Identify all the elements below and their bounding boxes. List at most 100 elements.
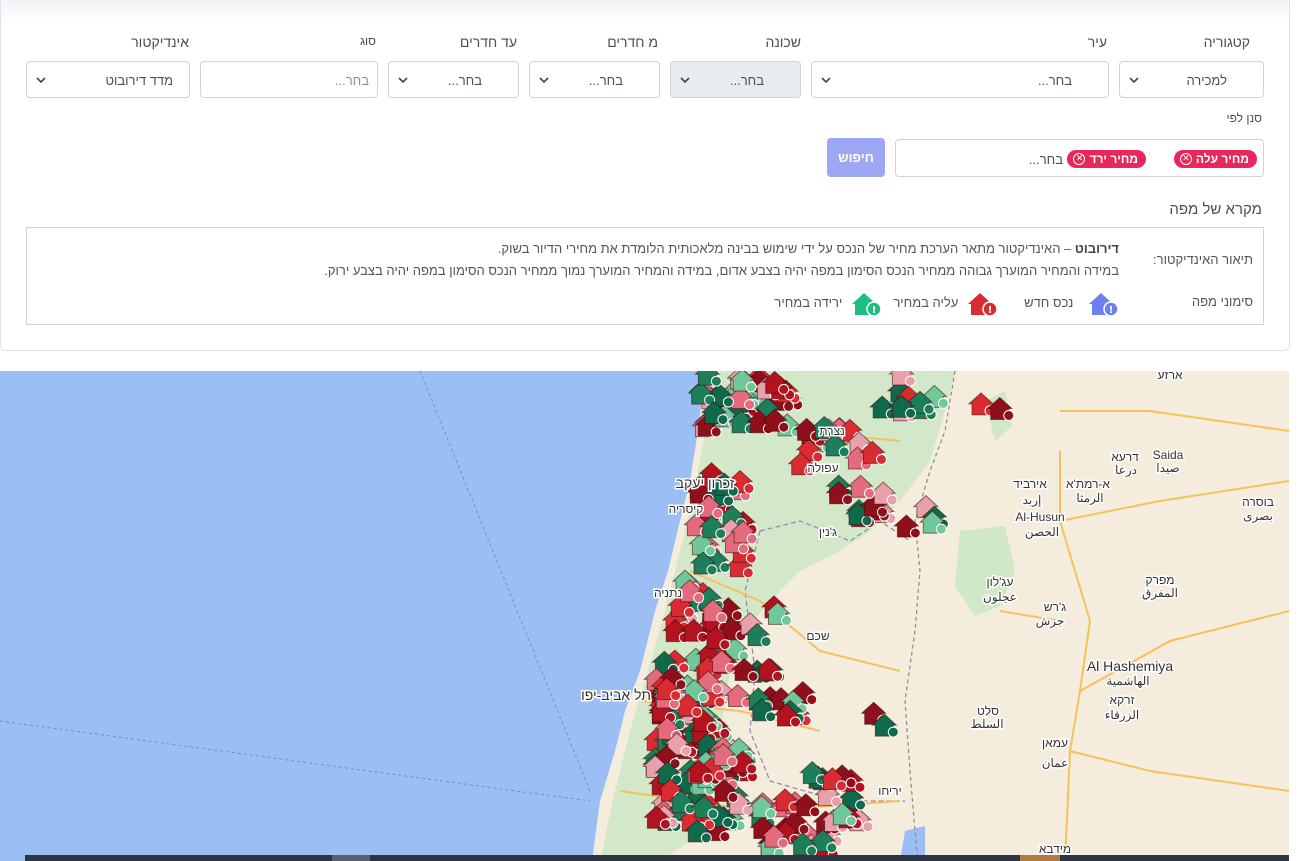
place-label: סלט bbox=[977, 704, 999, 718]
chip-label: מחיר ירד bbox=[1089, 152, 1138, 166]
place-label: נתניה bbox=[654, 586, 682, 600]
place-label: מפרק bbox=[1145, 573, 1174, 587]
place-label: عمان bbox=[1042, 756, 1069, 770]
place-label: יריחו bbox=[878, 784, 901, 798]
map-canvas[interactable]: ארזע נצרת זכרון יעקב קיסריה עפולה ג'נין נתניה ש… bbox=[0, 371, 1289, 861]
neighborhood-value: בחר... bbox=[729, 73, 764, 88]
place-label: נצרת bbox=[819, 424, 845, 438]
filter-by-placeholder: בחר... bbox=[1028, 152, 1063, 167]
neighborhood-label: שכונה bbox=[765, 34, 801, 50]
indicator-description-label: תיאור האינדיקטור: bbox=[1153, 252, 1253, 267]
neighborhood-select[interactable]: בחר... bbox=[670, 61, 801, 98]
place-label: بصرى bbox=[1243, 509, 1273, 523]
rooms-to-select[interactable]: בחר... bbox=[388, 61, 519, 98]
category-label: קטגוריה bbox=[1203, 34, 1250, 50]
legend-title: מקרא של מפה bbox=[1169, 201, 1262, 218]
place-label: الهاشمية bbox=[1106, 674, 1149, 688]
place-label: Saida bbox=[1153, 448, 1184, 462]
place-label: درعا bbox=[1115, 463, 1137, 477]
city-value: בחר... bbox=[1037, 73, 1072, 88]
chip-label: מחיר עלה bbox=[1195, 152, 1249, 166]
place-label: עפולה bbox=[807, 461, 838, 475]
indicator-select[interactable]: מדד דירובוט bbox=[26, 61, 190, 98]
svg-text:!: ! bbox=[872, 305, 877, 316]
marker-down: ! ירידה במחיר bbox=[774, 290, 882, 318]
type-input[interactable]: בחר... bbox=[200, 61, 378, 98]
place-label: מידבא bbox=[1039, 842, 1071, 856]
house-up-icon: ! bbox=[968, 293, 998, 317]
chip-price-up[interactable]: מחיר עלה ✕ bbox=[1173, 150, 1257, 168]
place-label: זכרון יעקב bbox=[676, 475, 735, 491]
place-label: דרעא bbox=[1111, 450, 1139, 464]
rooms-from-label: מ חדרים bbox=[607, 34, 658, 50]
filter-by-multiselect[interactable]: מחיר עלה ✕ מחיר ירד ✕ בחר... bbox=[895, 139, 1264, 177]
house-marker-icon[interactable] bbox=[694, 371, 722, 387]
place-label: المفرق bbox=[1142, 586, 1178, 600]
place-label: שכם bbox=[806, 629, 829, 643]
place-label: א-רמת'א bbox=[1066, 477, 1110, 491]
marker-new-label: נכס חדש bbox=[1024, 295, 1074, 311]
marker-new: ! נכס חדש bbox=[1024, 290, 1119, 318]
rooms-to-label: עד חדרים bbox=[459, 34, 517, 50]
place-label: עג'לון bbox=[987, 575, 1014, 589]
chevron-down-icon bbox=[1129, 77, 1139, 84]
category-value: למכירה bbox=[1186, 73, 1227, 88]
place-label: ארזע bbox=[1157, 371, 1183, 382]
place-label: ג'נין bbox=[819, 525, 837, 539]
indicator-label: אינדיקטור bbox=[131, 34, 189, 50]
type-value: בחר... bbox=[334, 73, 369, 88]
chevron-down-icon bbox=[821, 77, 831, 84]
bar-segment bbox=[1020, 855, 1060, 861]
map[interactable]: ארזע נצרת זכרון יעקב קיסריה עפולה ג'נין נתניה ש… bbox=[0, 371, 1289, 861]
chip-price-down[interactable]: מחיר ירד ✕ bbox=[1067, 150, 1146, 168]
map-markers-label: סימוני מפה bbox=[1191, 294, 1253, 309]
place-label: الحصن bbox=[1025, 525, 1059, 539]
map-bottom-bar bbox=[25, 855, 1289, 861]
place-label: תל אביב-יפו bbox=[581, 687, 651, 703]
house-new-icon: ! bbox=[1089, 293, 1119, 317]
place-label: صيدا bbox=[1156, 461, 1179, 475]
map-legend: תיאור האינדיקטור: דירובוט – האינדיקטור מ… bbox=[26, 227, 1264, 325]
place-label: בוסרה bbox=[1242, 495, 1274, 509]
city-label: עיר bbox=[1087, 34, 1107, 50]
place-label: الرمثا bbox=[1076, 491, 1103, 505]
marker-down-label: ירידה במחיר bbox=[774, 295, 843, 311]
type-label: סוג bbox=[359, 34, 376, 48]
place-label: السلط bbox=[970, 717, 1003, 731]
place-label: Al-Husun bbox=[1015, 510, 1064, 524]
place-label: إربد bbox=[1023, 493, 1042, 508]
indicator-description-line2: במידה והמחיר המוערך גבוהה ממחיר הנכס הסי… bbox=[324, 263, 1119, 278]
svg-text:!: ! bbox=[988, 305, 993, 316]
place-label: الزرقاء bbox=[1105, 708, 1139, 722]
place-label: عجلون bbox=[983, 590, 1017, 604]
indicator-description-text: – האינדיקטור מתאר הערכת מחיר של הנכס על … bbox=[497, 241, 1075, 256]
indicator-description-line1: דירובוט – האינדיקטור מתאר הערכת מחיר של … bbox=[498, 241, 1119, 256]
house-marker-icon[interactable] bbox=[888, 371, 916, 387]
close-icon[interactable]: ✕ bbox=[1073, 153, 1086, 165]
place-label: קיסריה bbox=[669, 502, 704, 516]
chevron-down-icon bbox=[539, 77, 549, 84]
chevron-down-icon bbox=[36, 77, 46, 84]
bar-segment bbox=[332, 855, 370, 861]
place-label: جرش bbox=[1036, 614, 1065, 628]
place-label: Al Hashemiya bbox=[1087, 658, 1174, 674]
filters-card: קטגוריה עיר שכונה מ חדרים עד חדרים סוג א… bbox=[0, 0, 1290, 351]
marker-up-label: עליה במחיר bbox=[893, 295, 959, 311]
city-select[interactable]: בחר... bbox=[811, 61, 1109, 98]
search-button[interactable]: חיפוש bbox=[827, 138, 885, 177]
house-down-icon: ! bbox=[852, 293, 882, 317]
indicator-value: מדד דירובוט bbox=[105, 73, 174, 88]
filter-by-label: סנן לפי bbox=[1226, 111, 1262, 125]
category-select[interactable]: למכירה bbox=[1119, 61, 1264, 98]
place-label: ג'רש bbox=[1044, 600, 1067, 614]
chevron-down-icon bbox=[398, 77, 408, 84]
place-label: עמאן bbox=[1042, 736, 1068, 750]
rooms-from-value: בחר... bbox=[588, 73, 623, 88]
place-label: אירביד bbox=[1013, 477, 1047, 491]
close-icon[interactable]: ✕ bbox=[1179, 153, 1192, 165]
chevron-down-icon bbox=[680, 77, 690, 84]
marker-up: ! עליה במחיר bbox=[893, 290, 998, 318]
indicator-name: דירובוט bbox=[1074, 241, 1119, 256]
rooms-from-select[interactable]: בחר... bbox=[529, 61, 660, 98]
rooms-to-value: בחר... bbox=[447, 73, 482, 88]
